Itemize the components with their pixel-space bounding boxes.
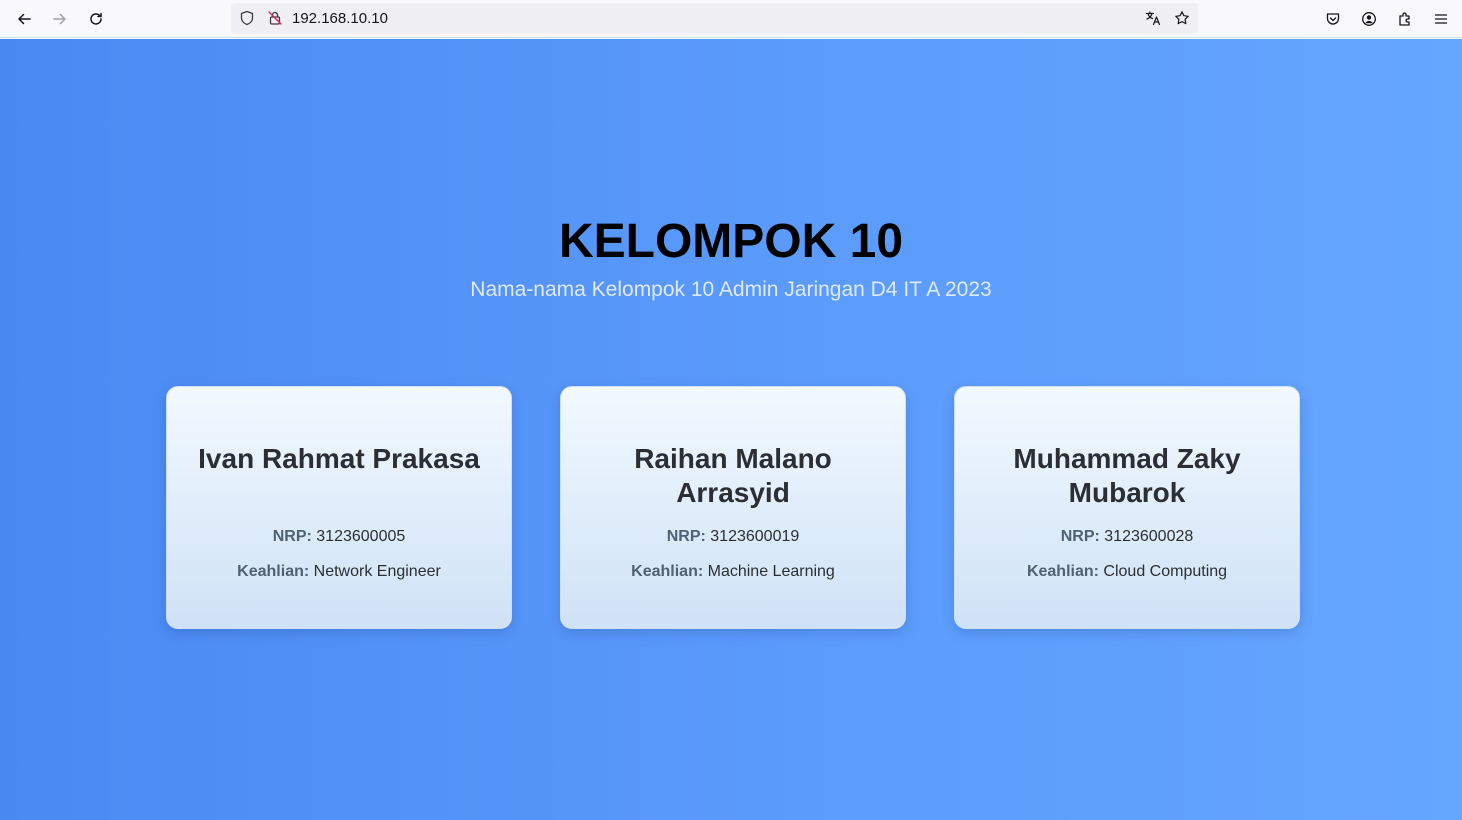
account-button[interactable] <box>1355 5 1383 33</box>
member-name: Raihan Malano Arrasyid <box>634 443 832 508</box>
member-name: Muhammad Zaky Mubarok <box>1013 443 1241 508</box>
member-card: Ivan Rahmat Prakasa NRP: 3123600005 Keah… <box>166 386 512 629</box>
nrp-value: 3123600019 <box>710 528 800 545</box>
menu-button[interactable] <box>1427 5 1455 33</box>
extensions-button[interactable] <box>1391 5 1419 33</box>
member-card: Muhammad Zaky Mubarok NRP: 3123600028 Ke… <box>954 386 1300 629</box>
url-text[interactable]: 192.168.10.10 <box>292 10 388 27</box>
shield-icon[interactable] <box>239 10 255 26</box>
nrp-value: 3123600005 <box>316 528 406 545</box>
page-content: KELOMPOK 10 Nama-nama Kelompok 10 Admin … <box>0 39 1462 820</box>
back-button[interactable] <box>10 5 38 33</box>
nrp-value: 3123600028 <box>1104 528 1194 545</box>
member-nrp: NRP: 3123600028 <box>955 527 1299 547</box>
member-keahlian: Keahlian: Network Engineer <box>167 562 511 582</box>
insecure-lock-icon[interactable] <box>267 10 283 26</box>
keahlian-label: Keahlian: <box>631 563 704 580</box>
keahlian-label: Keahlian: <box>237 563 310 580</box>
arrow-right-icon <box>53 13 66 25</box>
keahlian-label: Keahlian: <box>1026 563 1099 580</box>
member-keahlian: Keahlian: Cloud Computing <box>955 562 1299 582</box>
page-subtitle: Nama-nama Kelompok 10 Admin Jaringan D4 … <box>470 278 992 301</box>
keahlian-value: Machine Learning <box>707 563 835 580</box>
puzzle-icon <box>1399 12 1410 26</box>
translate-icon[interactable] <box>1145 10 1161 26</box>
keahlian-value: Network Engineer <box>313 563 441 580</box>
member-nrp: NRP: 3123600005 <box>167 527 511 547</box>
url-bar[interactable]: 192.168.10.10 <box>231 3 1198 34</box>
nrp-label: NRP: <box>272 528 312 545</box>
pocket-button[interactable] <box>1319 5 1347 33</box>
account-icon <box>1362 12 1376 26</box>
pocket-icon <box>1326 13 1340 25</box>
reload-button[interactable] <box>82 5 110 33</box>
bookmark-star-icon[interactable] <box>1174 10 1190 26</box>
member-keahlian: Keahlian: Machine Learning <box>561 562 905 582</box>
page-title: KELOMPOK 10 <box>558 215 904 268</box>
member-name: Ivan Rahmat Prakasa <box>198 443 480 474</box>
hamburger-menu-icon <box>1434 14 1448 24</box>
arrow-left-icon <box>18 13 31 25</box>
forward-button[interactable] <box>46 5 74 33</box>
nrp-label: NRP: <box>666 528 706 545</box>
member-nrp: NRP: 3123600019 <box>561 527 905 547</box>
keahlian-value: Cloud Computing <box>1103 563 1228 580</box>
browser-toolbar: 192.168.10.10 <box>0 0 1462 38</box>
reload-icon <box>90 12 102 25</box>
nrp-label: NRP: <box>1060 528 1100 545</box>
member-card: Raihan Malano Arrasyid NRP: 3123600019 K… <box>560 386 906 629</box>
